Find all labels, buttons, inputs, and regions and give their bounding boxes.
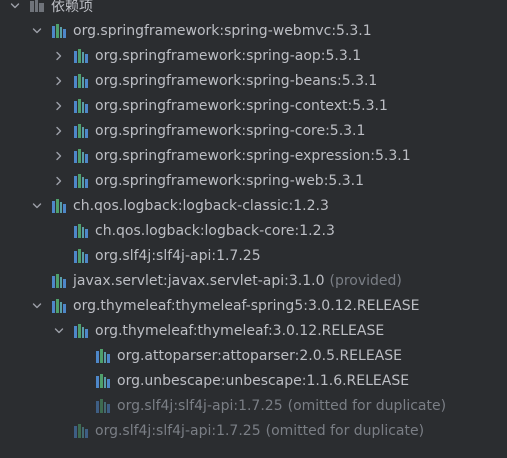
dependency-node[interactable]: org.springframework:spring-beans:5.3.1 — [0, 68, 507, 93]
dependency-scope-note: (provided) — [329, 272, 402, 289]
library-icon — [73, 48, 89, 64]
dependency-label: ch.qos.logback:logback-core:1.2.3 — [95, 222, 335, 239]
library-icon — [73, 423, 89, 439]
dependency-label: org.springframework:spring-context:5.3.1 — [95, 97, 388, 114]
library-icon — [73, 148, 89, 164]
dependency-node[interactable]: org.thymeleaf:thymeleaf-spring5:3.0.12.R… — [0, 293, 507, 318]
library-icon — [73, 248, 89, 264]
dependency-node[interactable]: org.thymeleaf:thymeleaf:3.0.12.RELEASE — [0, 318, 507, 343]
dependency-scope-note: (omitted for duplicate) — [287, 397, 447, 414]
chevron-right-icon[interactable] — [54, 124, 64, 138]
chevron-down-icon[interactable] — [10, 0, 20, 13]
dependency-label: org.slf4j:slf4j-api:1.7.25 — [95, 422, 261, 439]
dependency-node[interactable]: ch.qos.logback:logback-classic:1.2.3 — [0, 193, 507, 218]
chevron-right-icon[interactable] — [54, 149, 64, 163]
dependency-label: org.springframework:spring-beans:5.3.1 — [95, 72, 378, 89]
library-icon — [95, 398, 111, 414]
dependency-label: org.springframework:spring-web:5.3.1 — [95, 172, 365, 189]
library-icon — [51, 198, 67, 214]
dependency-node[interactable]: org.springframework:spring-aop:5.3.1 — [0, 43, 507, 68]
dependency-label: org.attoparser:attoparser:2.0.5.RELEASE — [117, 347, 402, 364]
dependency-node[interactable]: ch.qos.logback:logback-core:1.2.3 — [0, 218, 507, 243]
library-icon — [73, 323, 89, 339]
library-icon — [51, 23, 67, 39]
dependency-label: javax.servlet:javax.servlet-api:3.1.0 — [73, 272, 325, 289]
dependency-label: org.slf4j:slf4j-api:1.7.25 — [117, 397, 283, 414]
dependency-tree: 依赖项 org.springframework:spring-webmvc:5.… — [0, 0, 507, 443]
dependency-label: org.springframework:spring-expression:5.… — [95, 147, 411, 164]
dependency-label: org.springframework:spring-aop:5.3.1 — [95, 47, 362, 64]
dependency-label: org.springframework:spring-webmvc:5.3.1 — [73, 22, 372, 39]
dependency-label: org.thymeleaf:thymeleaf:3.0.12.RELEASE — [95, 322, 385, 339]
library-icon — [73, 173, 89, 189]
dependency-node[interactable]: javax.servlet:javax.servlet-api:3.1.0 (pr… — [0, 268, 507, 293]
dependency-node[interactable]: org.slf4j:slf4j-api:1.7.25 (omitted for d… — [0, 393, 507, 418]
tree-node-root[interactable]: 依赖项 — [0, 0, 507, 18]
dependency-list: org.springframework:spring-webmvc:5.3.1 o… — [0, 18, 507, 443]
dependency-node[interactable]: org.slf4j:slf4j-api:1.7.25 (omitted for d… — [0, 418, 507, 443]
library-icon — [73, 123, 89, 139]
dependency-node[interactable]: org.springframework:spring-core:5.3.1 — [0, 118, 507, 143]
chevron-down-icon[interactable] — [32, 24, 42, 38]
chevron-right-icon[interactable] — [54, 74, 64, 88]
tree-node-root-label: 依赖项 — [51, 0, 93, 15]
chevron-right-icon[interactable] — [54, 99, 64, 113]
dependency-node[interactable]: org.springframework:spring-web:5.3.1 — [0, 168, 507, 193]
chevron-down-icon[interactable] — [32, 299, 42, 313]
dependency-node[interactable]: org.attoparser:attoparser:2.0.5.RELEASE — [0, 343, 507, 368]
library-icon — [73, 73, 89, 89]
chevron-right-icon[interactable] — [54, 49, 64, 63]
library-icon — [73, 223, 89, 239]
dependency-label: org.thymeleaf:thymeleaf-spring5:3.0.12.R… — [73, 297, 420, 314]
library-icon — [51, 298, 67, 314]
chevron-right-icon[interactable] — [54, 174, 64, 188]
dependency-node[interactable]: org.slf4j:slf4j-api:1.7.25 — [0, 243, 507, 268]
dependency-node[interactable]: org.springframework:spring-expression:5.… — [0, 143, 507, 168]
dependency-node[interactable]: org.springframework:spring-context:5.3.1 — [0, 93, 507, 118]
library-icon — [51, 273, 67, 289]
library-icon — [73, 98, 89, 114]
library-icon — [95, 373, 111, 389]
library-root-icon — [29, 0, 45, 14]
dependency-label: org.unbescape:unbescape:1.1.6.RELEASE — [117, 372, 410, 389]
dependency-node[interactable]: org.unbescape:unbescape:1.1.6.RELEASE — [0, 368, 507, 393]
library-icon — [95, 348, 111, 364]
dependency-node[interactable]: org.springframework:spring-webmvc:5.3.1 — [0, 18, 507, 43]
chevron-down-icon[interactable] — [32, 199, 42, 213]
chevron-down-icon[interactable] — [54, 324, 64, 338]
dependency-scope-note: (omitted for duplicate) — [265, 422, 425, 439]
dependency-label: org.springframework:spring-core:5.3.1 — [95, 122, 366, 139]
dependency-label: org.slf4j:slf4j-api:1.7.25 — [95, 247, 261, 264]
dependency-label: ch.qos.logback:logback-classic:1.2.3 — [73, 197, 329, 214]
